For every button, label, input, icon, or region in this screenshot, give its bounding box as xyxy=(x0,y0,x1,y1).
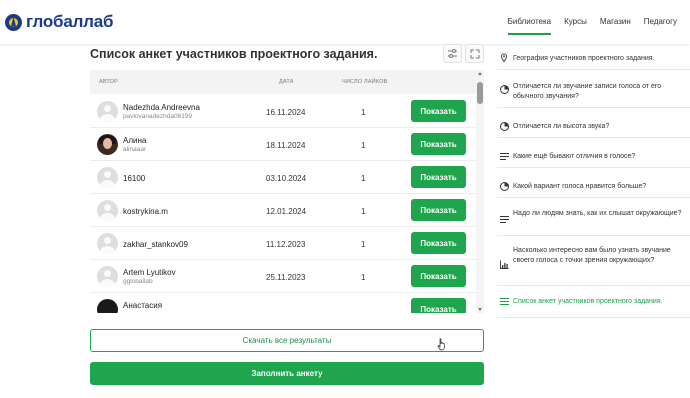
author-login: ggloballab xyxy=(123,278,153,285)
column-likes: Число лайков xyxy=(342,79,388,85)
sidebar-item-geography[interactable]: География участников проектного задания. xyxy=(497,44,690,70)
results-table: Автор Дата Число лайков Nadezhda Andreev… xyxy=(90,70,484,313)
sliders-icon xyxy=(448,49,457,58)
avatar xyxy=(97,266,118,287)
expand-icon xyxy=(470,49,479,58)
pie-chart-icon xyxy=(500,85,509,94)
row-likes: 1 xyxy=(361,207,366,216)
sidebar-nav: География участников проектного задания.… xyxy=(497,44,690,322)
author-login: pavlovanadezhda06199 xyxy=(123,113,193,120)
fullscreen-button[interactable] xyxy=(465,44,484,63)
show-button[interactable]: Показать xyxy=(411,100,466,122)
nav-shop[interactable]: Магазин xyxy=(600,17,631,26)
sidebar-item-differences[interactable]: Какие ещё бывают отличия в голосе? xyxy=(497,138,690,168)
sidebar-item-pitch[interactable]: Отличается ли высота звука? xyxy=(497,108,690,138)
avatar xyxy=(97,200,118,221)
sidebar-item-should-know[interactable]: Надо ли людям знать, как их слышат окруж… xyxy=(497,198,690,236)
sidebar-item-label: Отличается ли звучание записи голоса от … xyxy=(513,83,662,100)
table-row: Анастасия Показать xyxy=(90,293,476,313)
nav-courses[interactable]: Курсы xyxy=(564,17,587,26)
table-row: Алина alinaaar 18.11.2024 1 Показать xyxy=(90,128,476,161)
row-likes: 1 xyxy=(361,108,366,117)
map-pin-icon xyxy=(501,53,507,62)
row-date: 25.11.2023 xyxy=(266,273,306,282)
show-button[interactable]: Показать xyxy=(411,265,466,287)
author-name[interactable]: Анастасия xyxy=(123,301,162,310)
pie-chart-icon xyxy=(500,122,509,131)
sidebar-item-label: Список анкет участников проектного задан… xyxy=(513,298,663,305)
show-button[interactable]: Показать xyxy=(411,133,466,155)
sidebar-item-preferred-voice[interactable]: Какой вариант голоса нравится больше? xyxy=(497,168,690,198)
show-button[interactable]: Показать xyxy=(411,232,466,254)
row-date: 18.11.2024 xyxy=(266,141,306,150)
row-likes: 1 xyxy=(361,273,366,282)
nav-library[interactable]: Библиотека xyxy=(507,17,551,35)
show-button[interactable]: Показать xyxy=(411,166,466,188)
download-all-results-button[interactable]: Скачать все результаты xyxy=(90,329,484,352)
table-row: Nadezhda Andreevna pavlovanadezhda06199 … xyxy=(90,95,476,128)
sidebar-item-recording-sound[interactable]: Отличается ли звучание записи голоса от … xyxy=(497,70,690,108)
page-title: Список анкет участников проектного задан… xyxy=(90,47,378,61)
author-name[interactable]: Алина xyxy=(123,136,146,145)
bar-chart-icon xyxy=(500,260,509,269)
show-button[interactable]: Показать xyxy=(411,298,466,313)
sidebar-item-interest[interactable]: Насколько интересно вам было узнать звуч… xyxy=(497,236,690,286)
table-row: kostrykina.m 12.01.2024 1 Показать xyxy=(90,194,476,227)
table-row: Artem Lyutikov ggloballab 25.11.2023 1 П… xyxy=(90,260,476,293)
author-login: alinaaar xyxy=(123,146,147,153)
row-likes: 1 xyxy=(361,174,366,183)
row-date: 11.12.2023 xyxy=(266,240,306,249)
scroll-down-icon[interactable] xyxy=(478,308,482,311)
row-likes: 1 xyxy=(361,141,366,150)
author-name[interactable]: Artem Lyutikov xyxy=(123,268,176,277)
top-header: глобаллаб Библиотека Курсы Магазин Педаг… xyxy=(0,0,690,44)
column-date: Дата xyxy=(279,79,294,85)
scroll-up-icon[interactable] xyxy=(478,72,482,75)
author-name[interactable]: 16100 xyxy=(123,174,145,183)
author-name[interactable]: Nadezhda Andreevna xyxy=(123,103,200,112)
author-name[interactable]: zakhar_stankov09 xyxy=(123,240,188,249)
pie-chart-icon xyxy=(500,182,509,191)
table-row: zakhar_stankov09 11.12.2023 1 Показать xyxy=(90,227,476,260)
fill-questionnaire-button[interactable]: Заполнить анкету xyxy=(90,362,484,385)
show-button[interactable]: Показать xyxy=(411,199,466,221)
sidebar-item-label: Надо ли людям знать, как их слышат окруж… xyxy=(513,210,682,217)
main-nav: Библиотека Курсы Магазин Педагогу xyxy=(507,17,690,35)
logo-icon xyxy=(5,13,22,31)
table-scrollbar[interactable] xyxy=(476,70,484,313)
sidebar-item-questionnaire-list[interactable]: Список анкет участников проектного задан… xyxy=(497,286,690,318)
sidebar-item-label: Насколько интересно вам было узнать звуч… xyxy=(513,247,671,264)
hand-cursor-icon xyxy=(437,338,445,351)
avatar xyxy=(97,299,118,313)
sidebar-item-label: География участников проектного задания. xyxy=(513,55,655,62)
sidebar-item-label: Отличается ли высота звука? xyxy=(513,123,610,130)
filter-settings-button[interactable] xyxy=(443,44,462,63)
text-lines-icon xyxy=(500,215,509,224)
avatar xyxy=(97,233,118,254)
avatar xyxy=(97,167,118,188)
scroll-thumb[interactable] xyxy=(477,82,483,104)
sidebar-item-label: Какие ещё бывают отличия в голосе? xyxy=(513,153,636,160)
text-lines-icon xyxy=(500,152,509,161)
list-icon xyxy=(500,297,509,306)
column-author: Автор xyxy=(99,79,119,85)
logo[interactable]: глобаллаб xyxy=(5,12,114,32)
nav-teacher[interactable]: Педагогу xyxy=(644,17,677,26)
row-date: 03.10.2024 xyxy=(266,174,307,183)
row-date: 12.01.2024 xyxy=(266,207,307,216)
table-header: Автор Дата Число лайков xyxy=(90,70,476,94)
row-date: 16.11.2024 xyxy=(266,108,306,117)
table-row: 16100 03.10.2024 1 Показать xyxy=(90,161,476,194)
avatar xyxy=(97,134,118,155)
logo-text: глобаллаб xyxy=(26,12,114,31)
avatar xyxy=(97,101,118,122)
row-likes: 1 xyxy=(361,240,366,249)
author-name[interactable]: kostrykina.m xyxy=(123,207,168,216)
sidebar-item-label: Какой вариант голоса нравится больше? xyxy=(513,183,647,190)
